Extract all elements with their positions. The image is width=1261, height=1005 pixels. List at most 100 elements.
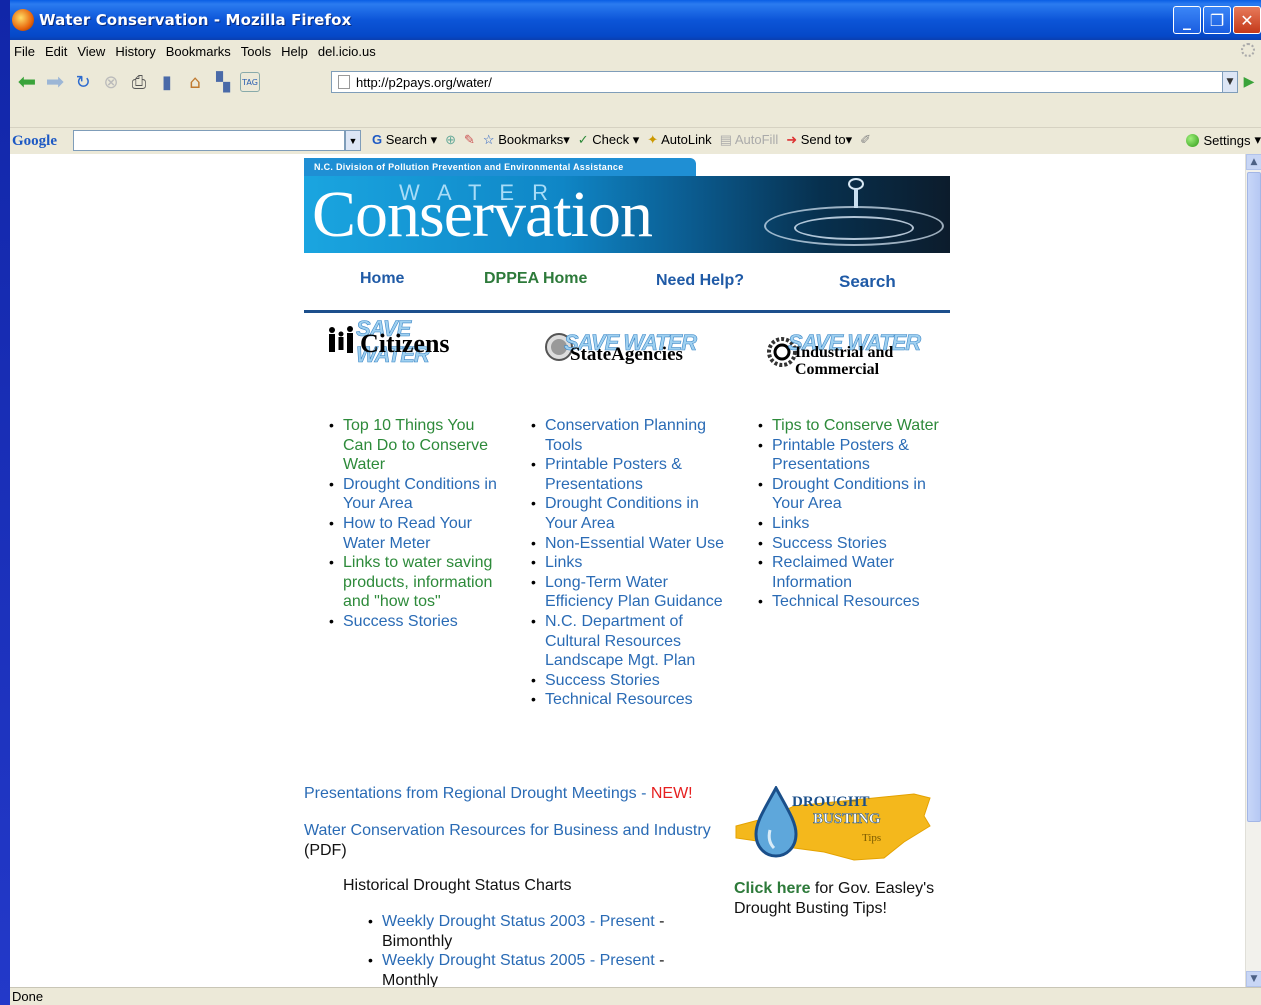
news-icon[interactable]: ✎ (464, 132, 475, 148)
status-bar: Done (10, 987, 1261, 1005)
presentations-link[interactable]: Presentations from Regional Drought Meet… (304, 785, 637, 802)
click-here-link[interactable]: Click here (734, 880, 810, 897)
tag-icon[interactable]: TAG (240, 72, 260, 92)
business-resources-line: Water Conservation Resources for Busines… (304, 821, 724, 861)
forward-arrow-icon[interactable]: ➡ (44, 70, 66, 95)
list-item[interactable]: Links (531, 553, 731, 573)
list-item[interactable]: Success Stories (329, 612, 505, 632)
state-agencies-link-list: Conservation Planning Tools Printable Po… (531, 416, 731, 710)
firefox-icon (12, 9, 34, 31)
desktop-background (0, 0, 10, 1005)
delicious-icon[interactable]: ▚ (212, 71, 234, 93)
google-search-input[interactable] (73, 130, 345, 151)
citizens-logo[interactable]: SAVE WATER Citizens (326, 316, 486, 378)
nav-search-link[interactable]: Search (839, 272, 896, 292)
close-button[interactable]: ✕ (1233, 6, 1261, 34)
google-search-dropdown[interactable]: ▼ (345, 130, 361, 151)
list-item[interactable]: Technical Resources (758, 592, 948, 612)
autolink-button[interactable]: ✦ AutoLink (647, 132, 711, 148)
list-item[interactable]: Printable Posters & Presentations (531, 455, 731, 494)
menu-tools[interactable]: Tools (241, 44, 271, 59)
menu-edit[interactable]: Edit (45, 44, 67, 59)
menu-bookmarks[interactable]: Bookmarks (166, 44, 231, 59)
scroll-thumb[interactable] (1247, 172, 1261, 822)
new-badge: NEW! (650, 785, 693, 802)
google-toolbar: Google ▼ G Search ▾ ⊕ ✎ ☆ Bookmarks▾ ✓ C… (10, 128, 1261, 154)
reload-icon[interactable]: ↻ (72, 71, 94, 93)
industrial-commercial-logo[interactable]: SAVE WATER Industrial and Commercial (766, 316, 946, 378)
url-text: http://p2pays.org/water/ (356, 74, 492, 90)
scroll-up-arrow-icon[interactable]: ▲ (1246, 154, 1261, 170)
minimize-button[interactable]: _ (1173, 6, 1201, 34)
scroll-down-arrow-icon[interactable]: ▼ (1246, 971, 1261, 987)
list-item[interactable]: Links (758, 514, 948, 534)
stop-icon[interactable]: ⊗ (100, 71, 122, 93)
menu-bar: File Edit View History Bookmarks Tools H… (10, 40, 1261, 62)
nav-home-link[interactable]: Home (360, 270, 404, 288)
list-item[interactable]: Long-Term Water Efficiency Plan Guidance (531, 573, 731, 612)
menu-history[interactable]: History (115, 44, 155, 59)
list-item[interactable]: Drought Conditions in Your Area (531, 494, 731, 533)
back-arrow-icon[interactable]: ⬅ (16, 70, 38, 95)
list-item[interactable]: Conservation Planning Tools (531, 416, 731, 455)
url-history-dropdown[interactable]: ▼ (1222, 71, 1238, 93)
list-item[interactable]: Success Stories (758, 534, 948, 554)
list-item[interactable]: Success Stories (531, 671, 731, 691)
google-bookmarks-button[interactable]: ☆ Bookmarks▾ (483, 132, 570, 148)
highlighter-icon[interactable]: ✐ (860, 132, 871, 148)
vertical-scrollbar[interactable]: ▲ ▼ (1245, 154, 1261, 987)
water-conservation-banner: Conservation WATER (304, 176, 950, 253)
list-item[interactable]: Links to water saving products, informat… (329, 553, 505, 612)
list-item[interactable]: Reclaimed Water Information (758, 553, 948, 592)
pagerank-icon[interactable]: ⊕ (445, 132, 456, 148)
org-banner[interactable]: N.C. Division of Pollution Prevention an… (304, 158, 696, 176)
print-icon[interactable]: ⎙ (128, 71, 150, 93)
list-item: Weekly Drought Status 2003 - Present - B… (368, 912, 668, 951)
page-viewport: N.C. Division of Pollution Prevention an… (10, 154, 1245, 987)
spell-check-button[interactable]: ✓ Check ▾ (578, 132, 640, 148)
header-divider (304, 310, 950, 313)
water-ripple-inner (794, 216, 914, 240)
list-item[interactable]: Technical Resources (531, 690, 731, 710)
maximize-button[interactable]: ❐ (1203, 6, 1231, 34)
historical-heading: Historical Drought Status Charts (343, 877, 572, 894)
menu-file[interactable]: File (14, 44, 35, 59)
list-item[interactable]: Tips to Conserve Water (758, 416, 948, 436)
top-navigation: Home DPPEA Home Need Help? Search (304, 262, 950, 302)
citizens-link-list: Top 10 Things You Can Do to Conserve Wat… (329, 416, 505, 632)
title-bar: Water Conservation - Mozilla Firefox _ ❐… (10, 0, 1261, 40)
business-resources-link[interactable]: Water Conservation Resources for Busines… (304, 822, 711, 839)
google-search-button[interactable]: G Search ▾ (372, 132, 437, 148)
list-item[interactable]: Drought Conditions in Your Area (329, 475, 505, 514)
menu-help[interactable]: Help (281, 44, 308, 59)
home-icon[interactable]: ⌂ (184, 71, 206, 93)
industrial-commercial-link-list: Tips to Conserve Water Printable Posters… (758, 416, 948, 612)
google-logo[interactable]: Google (12, 133, 57, 150)
drought-busting-logo[interactable]: DROUGHT BUSTING Tips (734, 786, 932, 864)
bookmarks-sidebar-icon[interactable]: ▮ (156, 71, 178, 93)
banner-water-word: WATER (399, 180, 566, 205)
list-item[interactable]: Printable Posters & Presentations (758, 436, 948, 475)
throbber-icon (1241, 43, 1255, 57)
nav-dppea-home-link[interactable]: DPPEA Home (484, 270, 587, 288)
list-item[interactable]: How to Read Your Water Meter (329, 514, 505, 553)
menu-delicious[interactable]: del.icio.us (318, 44, 376, 59)
presentations-line: Presentations from Regional Drought Meet… (304, 785, 693, 802)
navigation-toolbar: ⬅ ➡ ↻ ⊗ ⎙ ▮ ⌂ ▚ TAG http://p2pays.org/wa… (10, 62, 1261, 102)
go-arrow-icon[interactable]: ▶ (1239, 71, 1259, 93)
menu-view[interactable]: View (77, 44, 105, 59)
address-bar[interactable]: http://p2pays.org/water/ (331, 71, 1230, 93)
nav-need-help-link[interactable]: Need Help? (656, 272, 744, 290)
list-item[interactable]: Drought Conditions in Your Area (758, 475, 948, 514)
weekly-2003-link[interactable]: Weekly Drought Status 2003 - Present (382, 913, 655, 930)
google-settings-button[interactable]: Settings ▾ (1186, 132, 1261, 148)
list-item[interactable]: Top 10 Things You Can Do to Conserve Wat… (329, 416, 505, 475)
weekly-2005-link[interactable]: Weekly Drought Status 2005 - Present (382, 952, 655, 969)
weekly-status-list: Weekly Drought Status 2003 - Present - B… (368, 912, 668, 987)
send-to-button[interactable]: ➜ Send to▾ (786, 132, 852, 148)
autofill-button[interactable]: ▤ AutoFill (720, 132, 779, 148)
pdf-label: (PDF) (304, 842, 347, 859)
state-agencies-logo[interactable]: SAVE WATER StateAgencies (544, 316, 714, 378)
list-item[interactable]: N.C. Department of Cultural Resources La… (531, 612, 731, 671)
list-item[interactable]: Non-Essential Water Use (531, 534, 731, 554)
